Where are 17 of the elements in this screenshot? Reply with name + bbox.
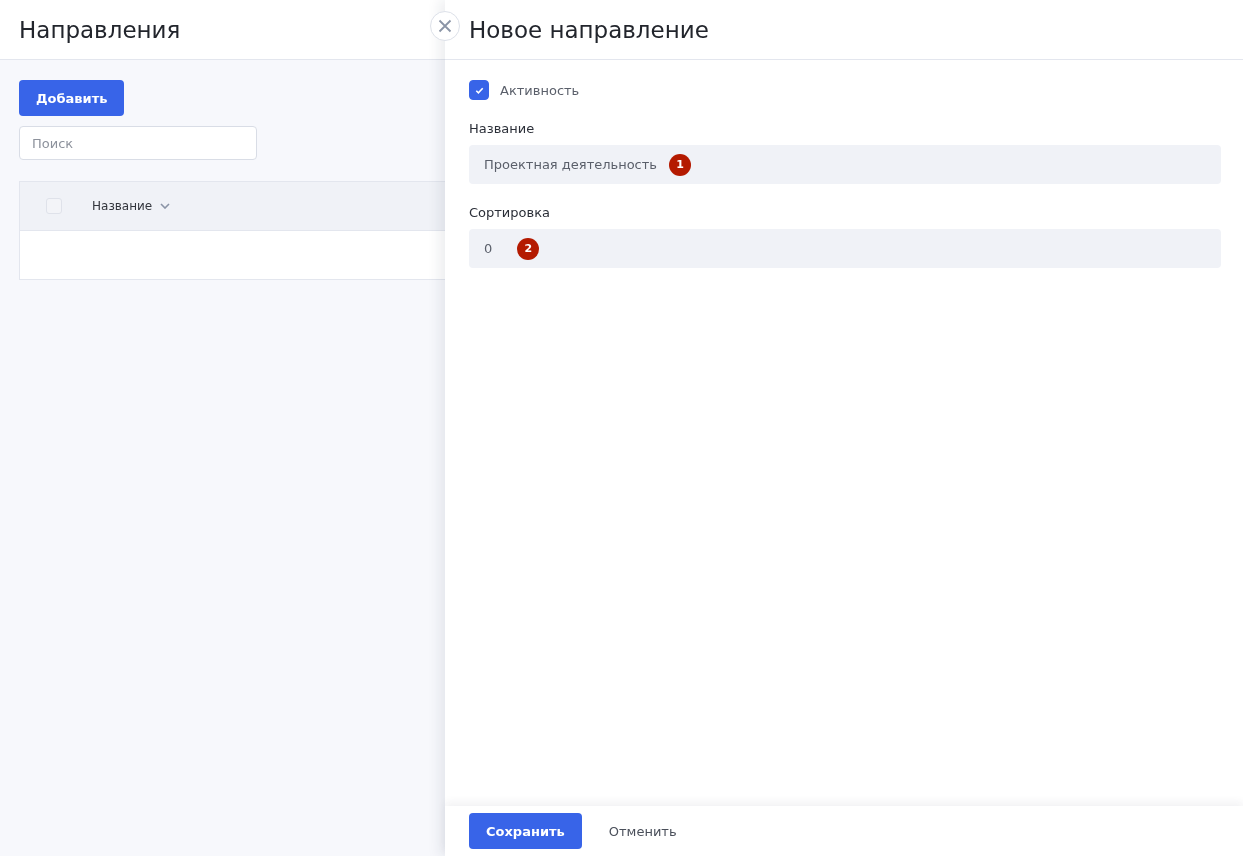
cancel-button[interactable]: Отменить: [594, 813, 691, 849]
save-button[interactable]: Сохранить: [469, 813, 582, 849]
close-icon: [438, 19, 452, 33]
number-marker: 2: [517, 237, 540, 260]
checkbox-label: Активность: [500, 82, 580, 98]
drawer-title: Новое направление: [469, 16, 709, 43]
field-label: Название: [469, 121, 536, 136]
column-header[interactable]: Название: [92, 199, 171, 213]
search-field[interactable]: Поиск: [19, 126, 257, 160]
number-marker: 1: [669, 153, 691, 176]
checkbox[interactable]: [469, 80, 489, 100]
page-title: Направления: [19, 16, 181, 43]
input-field[interactable]: 0 2: [469, 229, 1221, 268]
add-button[interactable]: Добавить: [19, 80, 125, 116]
input-field[interactable]: Проектная деятельность 1: [469, 145, 1221, 184]
field-label: Сортировка: [469, 205, 551, 220]
chevron-icon: [160, 203, 171, 209]
